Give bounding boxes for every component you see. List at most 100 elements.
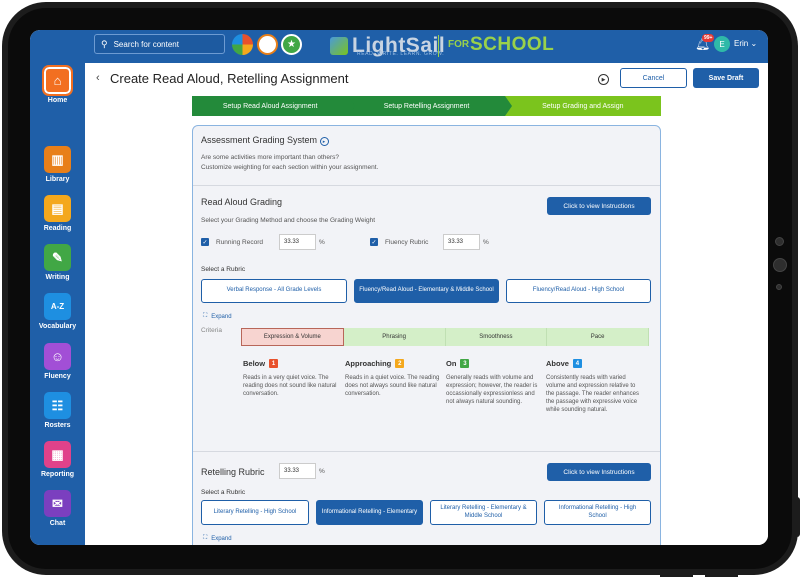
rubric-option-verbal[interactable]: Verbal Response - All Grade Levels — [201, 279, 347, 303]
step-progress: Setup Read Aloud Assignment Setup Retell… — [192, 96, 661, 116]
criteria-tab-phrasing[interactable]: Phrasing — [343, 328, 446, 346]
level-description: Reads in a quiet voice. The reading does… — [345, 375, 440, 398]
user-menu[interactable]: Erin ⌄ — [734, 39, 757, 48]
user-name: Erin — [734, 39, 749, 48]
level-description: Consistently reads with varied volume an… — [546, 375, 639, 414]
sidebar-item-label: Reading — [43, 225, 72, 232]
running-record-checkbox[interactable]: ✓ — [201, 238, 209, 246]
camera-lens — [773, 258, 787, 272]
level-name: Below — [243, 359, 266, 368]
sidebar-item-fluency[interactable]: ☺ Fluency — [30, 343, 85, 380]
sidebar-item-rosters[interactable]: ☷ Rosters — [30, 392, 85, 429]
step-label: Setup Grading and Assign — [542, 102, 624, 110]
divider — [193, 185, 660, 186]
running-record-label: Running Record — [216, 239, 263, 246]
fluency-rubric-input[interactable]: 33.33 — [443, 234, 480, 250]
play-icon[interactable]: ▶ — [598, 74, 609, 85]
assessment-title-text: Assessment Grading System — [201, 135, 318, 145]
level-approaching: Approaching 2 Reads in a quiet voice. The… — [345, 359, 441, 398]
sidebar-item-label: Library — [45, 176, 70, 183]
step-label: Setup Read Aloud Assignment — [222, 102, 318, 110]
level-on: On 3 Generally reads with volume and expr… — [446, 359, 542, 406]
top-bar: ⚲ Search for content ★ LightSail READ. W… — [30, 30, 768, 63]
percent-label: % — [483, 239, 489, 246]
retelling-expand-toggle[interactable]: ⛶ Expand — [203, 535, 232, 542]
sidebar-item-label: Writing — [45, 274, 70, 281]
chat-icon: ✉ — [44, 490, 71, 517]
logo-for: FOR — [448, 39, 470, 50]
level-badge: 3 — [460, 359, 470, 368]
logo-tagline: READ. WRITE. LEARN. GROW. — [357, 51, 445, 57]
rubric-option-fluency-elementary[interactable]: Fluency/Read Aloud - Elementary & Middle… — [354, 279, 499, 303]
home-icon: ⌂ — [42, 65, 73, 96]
sidebar-item-chat[interactable]: ✉ Chat — [30, 490, 85, 527]
cancel-button[interactable]: Cancel — [620, 68, 687, 88]
sidebar-item-vocabulary[interactable]: A-Z Vocabulary — [30, 293, 85, 330]
criteria-tab-smoothness[interactable]: Smoothness — [445, 328, 548, 346]
bottom-button-1 — [660, 573, 693, 577]
save-draft-button[interactable]: Save Draft — [693, 68, 759, 88]
reading-wheel-icon[interactable] — [232, 34, 253, 55]
percent-label: % — [319, 468, 325, 475]
reporting-icon: ▦ — [44, 441, 71, 468]
sidebar-item-label: Reporting — [40, 471, 75, 478]
retelling-option-informational-high[interactable]: Informational Retelling - High School — [544, 500, 651, 525]
app-screen: ⚲ Search for content ★ LightSail READ. W… — [30, 30, 768, 545]
notification-badge: 99+ — [702, 34, 715, 42]
sidebar-item-reading[interactable]: ▤ Reading — [30, 195, 85, 232]
divider — [193, 451, 660, 452]
writing-icon: ✎ — [44, 244, 71, 271]
read-aloud-instructions-button[interactable]: Click to view Instructions — [547, 197, 651, 215]
percent-label: % — [319, 239, 325, 246]
search-placeholder: Search for content — [113, 39, 179, 49]
reading-icon: ▤ — [44, 195, 71, 222]
criteria-tab-expression[interactable]: Expression & Volume — [241, 328, 344, 346]
retelling-option-literary-high[interactable]: Literary Retelling - High School — [201, 500, 309, 525]
read-aloud-subtitle: Select your Grading Method and choose th… — [201, 217, 376, 224]
retelling-option-informational-elementary[interactable]: Informational Retelling - Elementary — [316, 500, 423, 525]
sensor-dot — [776, 284, 782, 290]
level-description: Reads in a very quiet voice. The reading… — [243, 375, 337, 398]
fluency-rubric-checkbox[interactable]: ✓ — [370, 238, 378, 246]
sidebar-item-label: Fluency — [44, 373, 71, 380]
retelling-option-literary-elementary[interactable]: Literary Retelling - Elementary & Middle… — [430, 500, 537, 525]
level-name: Approaching — [345, 359, 392, 368]
step-2[interactable]: Setup Retelling Assignment — [348, 96, 512, 116]
avatar[interactable]: E — [714, 36, 730, 52]
sidebar-item-home[interactable]: ⌂ Home — [30, 65, 85, 104]
logo-school: SCHOOL — [470, 34, 555, 55]
vocabulary-icon: A-Z — [44, 293, 71, 320]
sidebar-item-writing[interactable]: ✎ Writing — [30, 244, 85, 281]
expand-icon: ⛶ — [203, 313, 208, 319]
info-icon[interactable]: ▸ — [319, 137, 329, 146]
rosters-icon: ☷ — [44, 392, 71, 419]
sidebar-item-library[interactable]: ▥ Library — [30, 146, 85, 183]
retelling-weight-input[interactable]: 33.33 — [279, 463, 316, 479]
step-3[interactable]: Setup Grading and Assign — [504, 96, 661, 116]
assessment-line-1: Are some activities more important than … — [201, 154, 340, 161]
fluency-icon: ☺ — [44, 343, 71, 370]
page-title: Create Read Aloud, Retelling Assignment — [110, 71, 349, 86]
step-1[interactable]: Setup Read Aloud Assignment — [192, 96, 356, 116]
expand-icon: ⛶ — [203, 535, 208, 541]
retelling-instructions-button[interactable]: Click to view Instructions — [547, 463, 651, 481]
back-arrow-icon[interactable]: ‹ — [96, 72, 100, 84]
sidebar-item-reporting[interactable]: ▦ Reporting — [30, 441, 85, 478]
sidebar: ⌂ Home ▥ Library ▤ Reading ✎ Writing A-Z Vocabula… — [30, 63, 85, 545]
grading-panel: Assessment Grading System ▸ Are some act… — [192, 125, 661, 545]
search-input[interactable]: ⚲ Search for content — [94, 34, 225, 54]
fluency-rubric-label: Fluency Rubric — [385, 239, 429, 246]
retelling-title: Retelling Rubric — [201, 467, 265, 477]
criteria-tab-pace[interactable]: Pace — [547, 328, 649, 346]
expand-label: Expand — [211, 535, 232, 542]
star-icon[interactable]: ★ — [281, 34, 302, 55]
assessment-line-2: Customize weighting for each section wit… — [201, 164, 379, 171]
level-badge: 4 — [572, 359, 582, 368]
books-stack-icon[interactable] — [257, 34, 278, 55]
expand-toggle[interactable]: ⛶ Expand — [203, 313, 232, 320]
level-name: Above — [546, 359, 569, 368]
level-name: On — [446, 359, 457, 368]
rubric-option-fluency-high[interactable]: Fluency/Read Aloud - High School — [506, 279, 651, 303]
running-record-input[interactable]: 33.33 — [279, 234, 316, 250]
criteria-label: Criteria — [201, 327, 222, 334]
